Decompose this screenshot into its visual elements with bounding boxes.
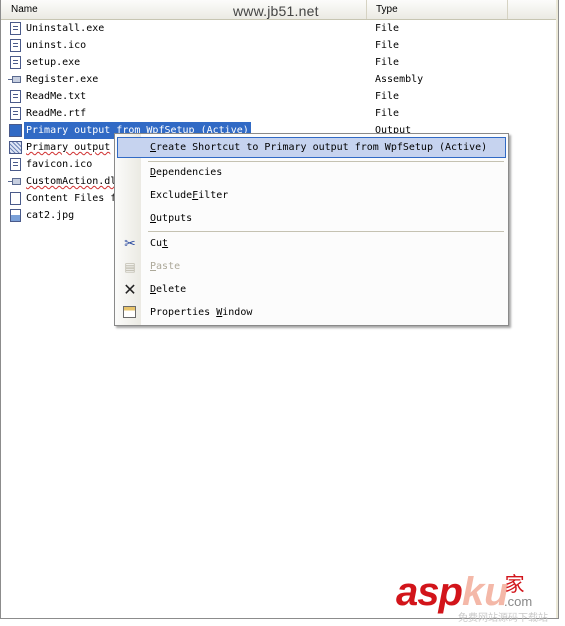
file-icon — [10, 90, 21, 103]
list-item[interactable]: Uninstall.exe File — [1, 20, 558, 37]
item-name: Primary output — [26, 142, 111, 153]
properties-icon — [123, 306, 136, 318]
item-name: cat2.jpg — [26, 210, 75, 221]
menu-item-text: elete — [156, 284, 187, 295]
project-output-icon — [9, 141, 22, 154]
menu-separator — [148, 231, 504, 232]
list-item[interactable]: Register.exe Assembly — [1, 71, 558, 88]
item-name: uninst.ico — [26, 40, 87, 51]
logo-ku-text: ku — [461, 570, 509, 614]
menu-item-exclude-filter[interactable]: ExcludeFilter — [117, 185, 506, 206]
item-name: setup.exe — [26, 57, 81, 68]
file-icon — [10, 56, 21, 69]
menu-item-text: ilter — [198, 190, 229, 201]
list-item[interactable]: ReadMe.txt File — [1, 88, 558, 105]
list-header: Name Type www.jb51.net — [1, 0, 558, 20]
menu-item-label: Delete — [150, 279, 186, 300]
site-watermark: www.jb51.net — [233, 3, 319, 19]
menu-item-label: Paste — [150, 256, 180, 277]
logo-jia-text: 家 — [504, 574, 525, 596]
menu-item-label: Create Shortcut to Primary output from W… — [150, 137, 487, 158]
list-item[interactable]: uninst.ico File — [1, 37, 558, 54]
list-item[interactable]: ReadMe.rtf File — [1, 105, 558, 122]
item-name: Content Files f — [26, 193, 117, 204]
menu-item-label: Dependencies — [150, 162, 222, 183]
menu-item-text: Cu — [150, 238, 163, 249]
item-type: File — [375, 40, 400, 51]
menu-item-text: reate Shortcut to Primary output from Wp… — [156, 142, 488, 153]
logo-asp-text: asp — [396, 570, 463, 614]
scissors-icon: ✂ — [124, 236, 136, 252]
menu-item-delete[interactable]: ✕ Delete — [117, 279, 506, 300]
menu-mnemonic: t — [162, 238, 169, 249]
image-file-icon — [10, 209, 21, 222]
window-edge — [556, 0, 558, 618]
file-icon — [10, 158, 21, 171]
item-type: File — [375, 91, 400, 102]
file-icon — [10, 107, 21, 120]
item-type: File — [375, 23, 400, 34]
item-type: Assembly — [375, 74, 424, 85]
file-icon — [10, 39, 21, 52]
logo-subtitle: 免费网站源码下载站 — [458, 613, 548, 624]
item-name: ReadMe.rtf — [26, 108, 87, 119]
item-name: Uninstall.exe — [26, 23, 105, 34]
menu-item-label: Properties Window — [150, 302, 252, 323]
context-menu: Create Shortcut to Primary output from W… — [114, 133, 509, 326]
item-type: File — [375, 108, 400, 119]
menu-item-label: Cut — [150, 233, 168, 254]
column-header-type[interactable]: Type — [368, 0, 508, 19]
menu-item-text: indow — [222, 307, 253, 318]
menu-item-label: ExcludeFilter — [150, 185, 228, 206]
item-name: favicon.ico — [26, 159, 93, 170]
project-output-icon — [9, 124, 22, 137]
menu-item-paste[interactable]: ▤ Paste — [117, 256, 506, 277]
menu-item-text: Exclude — [150, 190, 193, 201]
menu-item-text: utputs — [156, 213, 193, 224]
item-name: Register.exe — [26, 74, 99, 85]
content-files-icon — [10, 192, 21, 205]
assembly-icon — [8, 73, 22, 86]
item-type: File — [375, 57, 400, 68]
menu-item-label: Outputs — [150, 208, 192, 229]
paste-icon: ▤ — [124, 260, 136, 274]
item-name: CustomAction.dl — [26, 176, 117, 187]
item-name: ReadMe.txt — [26, 91, 87, 102]
list-item[interactable]: setup.exe File — [1, 54, 558, 71]
menu-item-text: Properties — [150, 307, 217, 318]
menu-item-create-shortcut[interactable]: Create Shortcut to Primary output from W… — [117, 137, 506, 158]
logo-com-text: .com — [504, 594, 533, 609]
delete-icon: ✕ — [123, 280, 137, 299]
menu-item-properties-window[interactable]: Properties Window — [117, 302, 506, 323]
menu-item-cut[interactable]: ✂ Cut — [117, 233, 506, 254]
menu-item-text: ependencies — [156, 167, 223, 178]
menu-item-text: aste — [156, 261, 181, 272]
assembly-icon — [8, 175, 22, 188]
file-icon — [10, 22, 21, 35]
menu-item-dependencies[interactable]: Dependencies — [117, 162, 506, 183]
menu-item-outputs[interactable]: Outputs — [117, 208, 506, 229]
